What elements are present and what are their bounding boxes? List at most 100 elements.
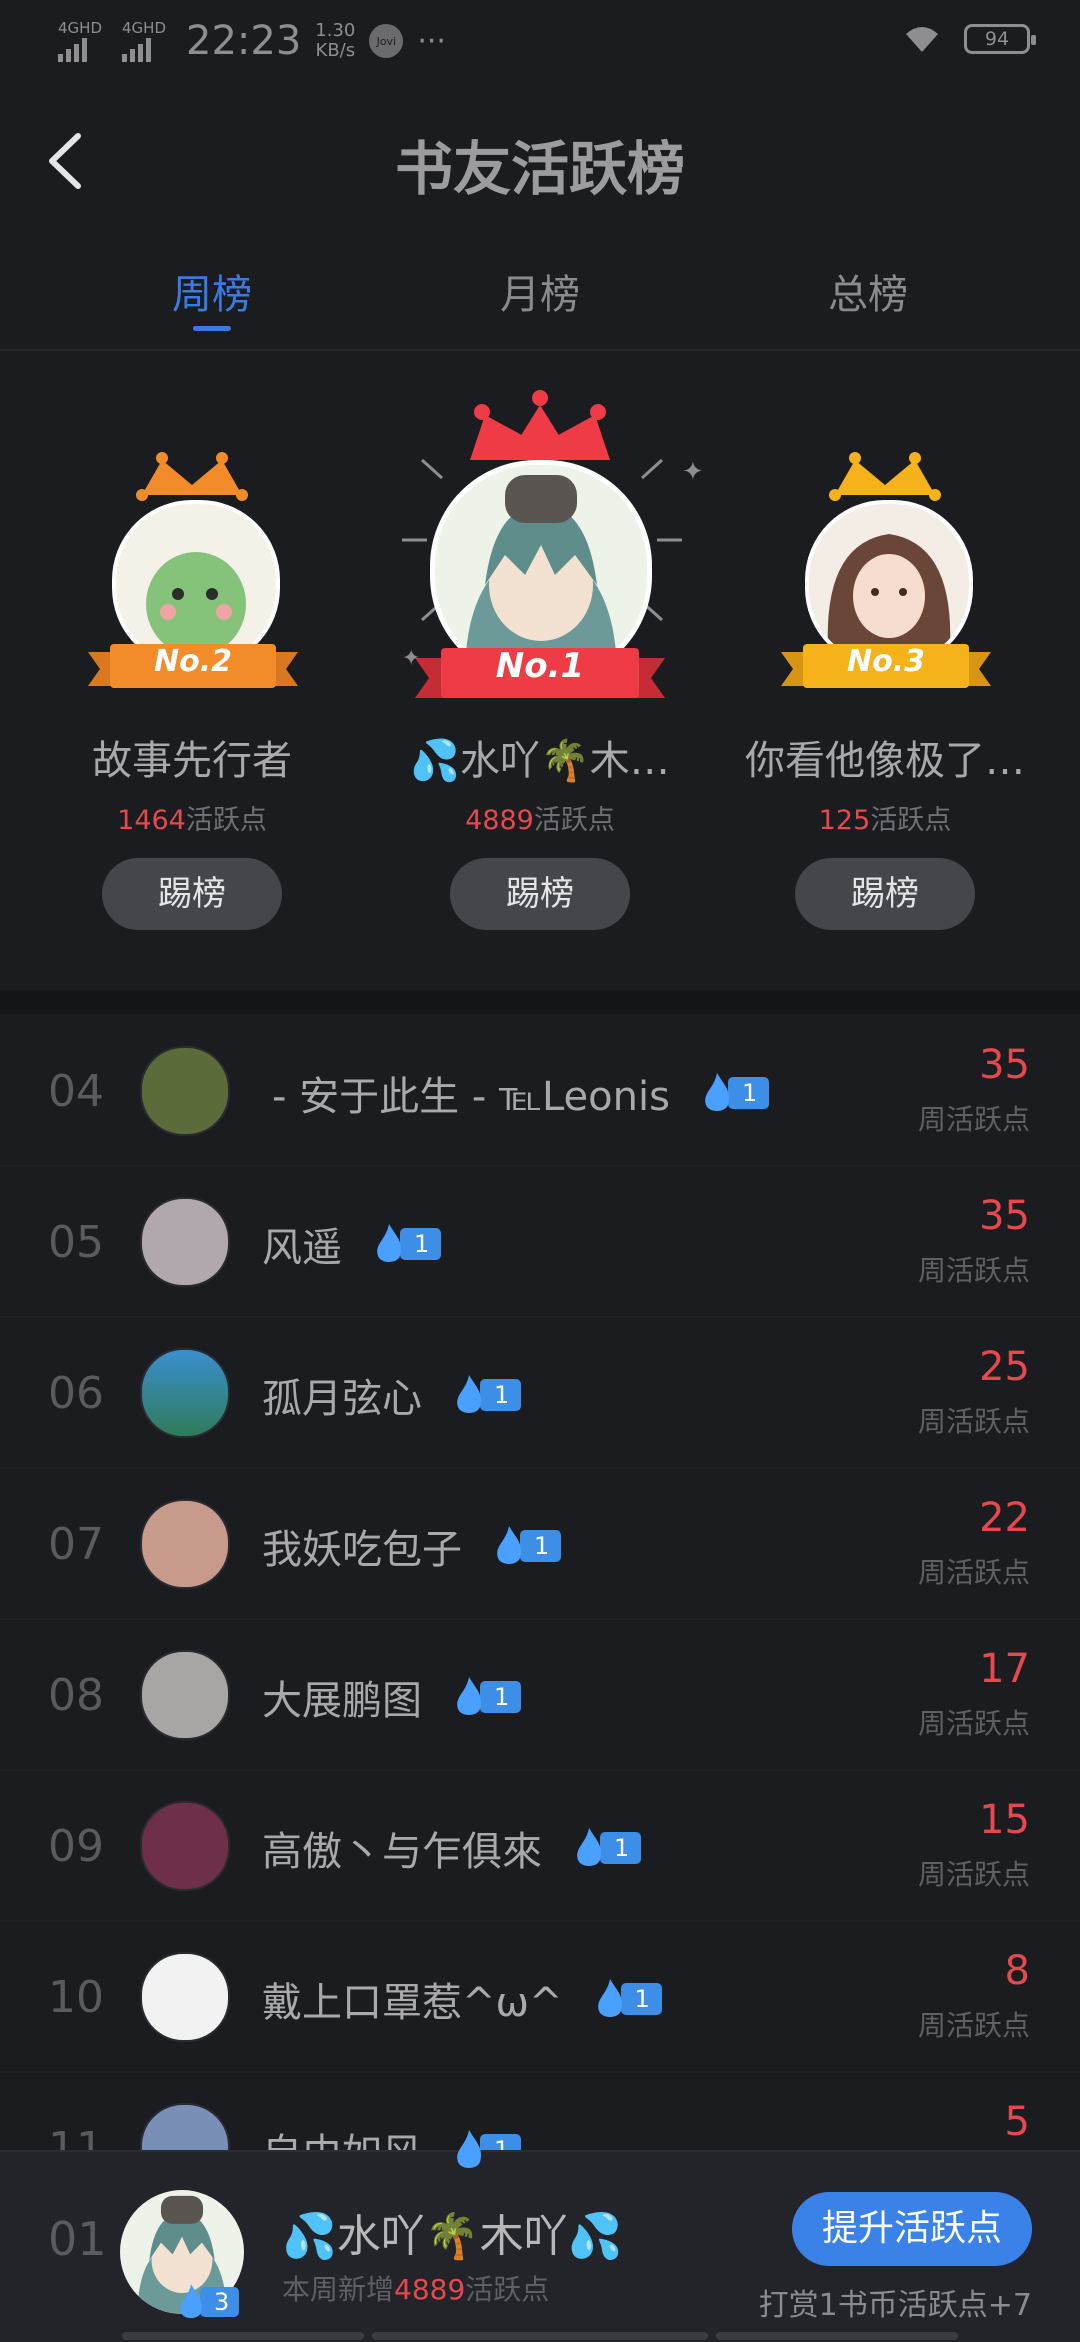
nav-hint-bar <box>122 2332 364 2340</box>
score-value: 15 <box>979 1797 1030 1843</box>
user-name-row: 我妖吃包子 1 <box>262 1517 562 1575</box>
score-label: 周活跃点 <box>917 1103 1030 1136</box>
flame-icon <box>180 2284 202 2319</box>
flame-icon <box>497 1526 522 1564</box>
list-item[interactable]: 08 大展鹏图 1 17 周活跃点 <box>0 1618 1080 1771</box>
rank-number: 04 <box>48 1066 104 1117</box>
kick-button-1[interactable]: 踢榜 <box>450 858 630 930</box>
tab-monthly[interactable]: 月榜 <box>440 262 640 320</box>
flame-icon <box>377 1224 402 1262</box>
score-value: 35 <box>979 1042 1030 1088</box>
kick-button-3[interactable]: 踢榜 <box>795 858 975 930</box>
wifi-icon <box>906 27 938 52</box>
clock: 22:23 <box>186 18 302 64</box>
user-name-row: 戴上口罩惹^ω^ 1 <box>262 1970 662 2028</box>
podium-score: 1464活跃点 <box>117 805 267 836</box>
score-value: 35 <box>979 1193 1030 1239</box>
network-type-2: 4GHD <box>122 19 166 37</box>
my-level-badge: 3 <box>174 2282 240 2322</box>
top3-podium: No.2 故事先行者 1464活跃点 踢榜 ✦ ✦ No.1 💦水吖🌴木… 48… <box>0 350 1080 990</box>
podium-name: 你看他像极了… <box>745 738 1025 784</box>
podium-item-2: No.2 故事先行者 1464活跃点 踢榜 <box>22 350 362 990</box>
user-name: 我妖吃包子 <box>262 1527 462 1573</box>
level-badge: 1 <box>490 1526 562 1564</box>
user-name-row: 大展鹏图 1 <box>262 1668 522 1726</box>
boost-activity-button[interactable]: 提升活跃点 <box>792 2192 1032 2266</box>
user-name: 孤月弦心 <box>262 1376 422 1422</box>
flame-icon <box>457 1375 482 1413</box>
kick-button-2[interactable]: 踢榜 <box>102 858 282 930</box>
rank-number: 10 <box>48 1972 104 2023</box>
user-name: 戴上口罩惹^ω^ <box>262 1980 563 2026</box>
score-value: 22 <box>979 1495 1030 1541</box>
svg-text:✦: ✦ <box>682 457 702 487</box>
page-title: 书友活跃榜 <box>394 135 685 203</box>
score-value: 25 <box>979 1344 1030 1390</box>
network-type-1: 4GHD <box>58 19 102 37</box>
flame-icon <box>457 1677 482 1715</box>
flame-icon <box>597 1979 622 2017</box>
tab-bar: 周榜 月榜 总榜 <box>0 234 1080 351</box>
flame-icon <box>457 2130 482 2168</box>
net-speed: 1.30 KB/s <box>315 20 356 61</box>
podium-item-3: No.3 你看他像极了… 125活跃点 踢榜 <box>715 350 1055 990</box>
header: 书友活跃榜 <box>0 84 1080 234</box>
flame-icon <box>577 1828 602 1866</box>
list-item[interactable]: 09 高傲丶与乍俱來 1 15 周活跃点 <box>0 1769 1080 1922</box>
level-badge: 1 <box>591 1979 662 2017</box>
my-rank-number: 01 <box>48 2212 107 2266</box>
signal-1: 4GHD <box>58 20 102 62</box>
podium-name: 故事先行者 <box>92 738 292 784</box>
tab-total[interactable]: 总榜 <box>768 262 968 320</box>
rank-badge-1: No.1 <box>495 646 585 686</box>
list-item[interactable]: 04 - 安于此生 - ℡Leonis 1 35 周活跃点 <box>0 1014 1080 1167</box>
list-item[interactable]: 05 风遥 1 35 周活跃点 <box>0 1165 1080 1318</box>
avatar[interactable] <box>140 1801 230 1891</box>
level-badge: 1 <box>570 1828 642 1866</box>
user-name: 大展鹏图 <box>262 1678 422 1724</box>
rank-number: 06 <box>48 1368 104 1419</box>
rank-badge-2: No.2 <box>154 644 232 679</box>
my-rank-bar: 01 3 💦水吖🌴木吖💦 本周新增4889活跃点 提升活跃点 打赏1书币活跃点+… <box>0 2150 1080 2342</box>
section-divider <box>0 990 1080 1014</box>
battery-icon: 94 <box>964 24 1036 54</box>
more-status-icon: ··· <box>417 23 446 59</box>
rank-number: 09 <box>48 1821 104 1872</box>
user-name-row: 风遥 1 <box>262 1215 442 1273</box>
reward-tip: 打赏1书币活跃点+7 <box>758 2288 1032 2323</box>
podium-name: 💦水吖🌴木… <box>410 738 670 784</box>
score-label: 周活跃点 <box>917 1858 1030 1891</box>
user-name: - 安于此生 - ℡Leonis <box>272 1074 670 1120</box>
list-item[interactable]: 07 我妖吃包子 1 22 周活跃点 <box>0 1467 1080 1620</box>
score-label: 周活跃点 <box>917 1556 1030 1589</box>
my-name: 💦水吖🌴木吖💦 <box>282 2211 623 2262</box>
user-name: 高傲丶与乍俱來 <box>262 1829 542 1875</box>
avatar[interactable] <box>140 1952 230 2042</box>
score-label: 周活跃点 <box>917 1254 1030 1287</box>
avatar[interactable] <box>140 1348 230 1438</box>
nav-hint-bar <box>716 2332 958 2340</box>
avatar[interactable] <box>140 1197 230 1287</box>
score-label: 周活跃点 <box>917 2009 1030 2042</box>
rank-badge-3: No.3 <box>847 644 925 679</box>
signal-bars-icon <box>58 36 102 62</box>
score-value: 5 <box>1004 2099 1030 2145</box>
level-badge: 1 <box>450 1375 522 1413</box>
score-label: 周活跃点 <box>917 1707 1030 1740</box>
podium-score: 125活跃点 <box>818 805 952 836</box>
score-value: 8 <box>1004 1948 1030 1994</box>
avatar[interactable] <box>140 1650 230 1740</box>
avatar[interactable] <box>140 1046 230 1136</box>
rank-number: 05 <box>48 1217 104 1268</box>
signal-2: 4GHD <box>122 20 166 62</box>
status-bar: 4GHD 4GHD 22:23 1.30 KB/s Jovi ··· 94 <box>0 0 1080 84</box>
podium-score: 4889活跃点 <box>465 805 615 836</box>
user-name-row: 孤月弦心 1 <box>262 1366 522 1424</box>
rank-number: 07 <box>48 1519 104 1570</box>
score-label: 周活跃点 <box>917 1405 1030 1438</box>
avatar[interactable] <box>140 1499 230 1589</box>
signal-bars-icon <box>122 36 166 62</box>
tab-weekly[interactable]: 周榜 <box>112 262 312 320</box>
list-item[interactable]: 06 孤月弦心 1 25 周活跃点 <box>0 1316 1080 1469</box>
list-item[interactable]: 10 戴上口罩惹^ω^ 1 8 周活跃点 <box>0 1920 1080 2073</box>
